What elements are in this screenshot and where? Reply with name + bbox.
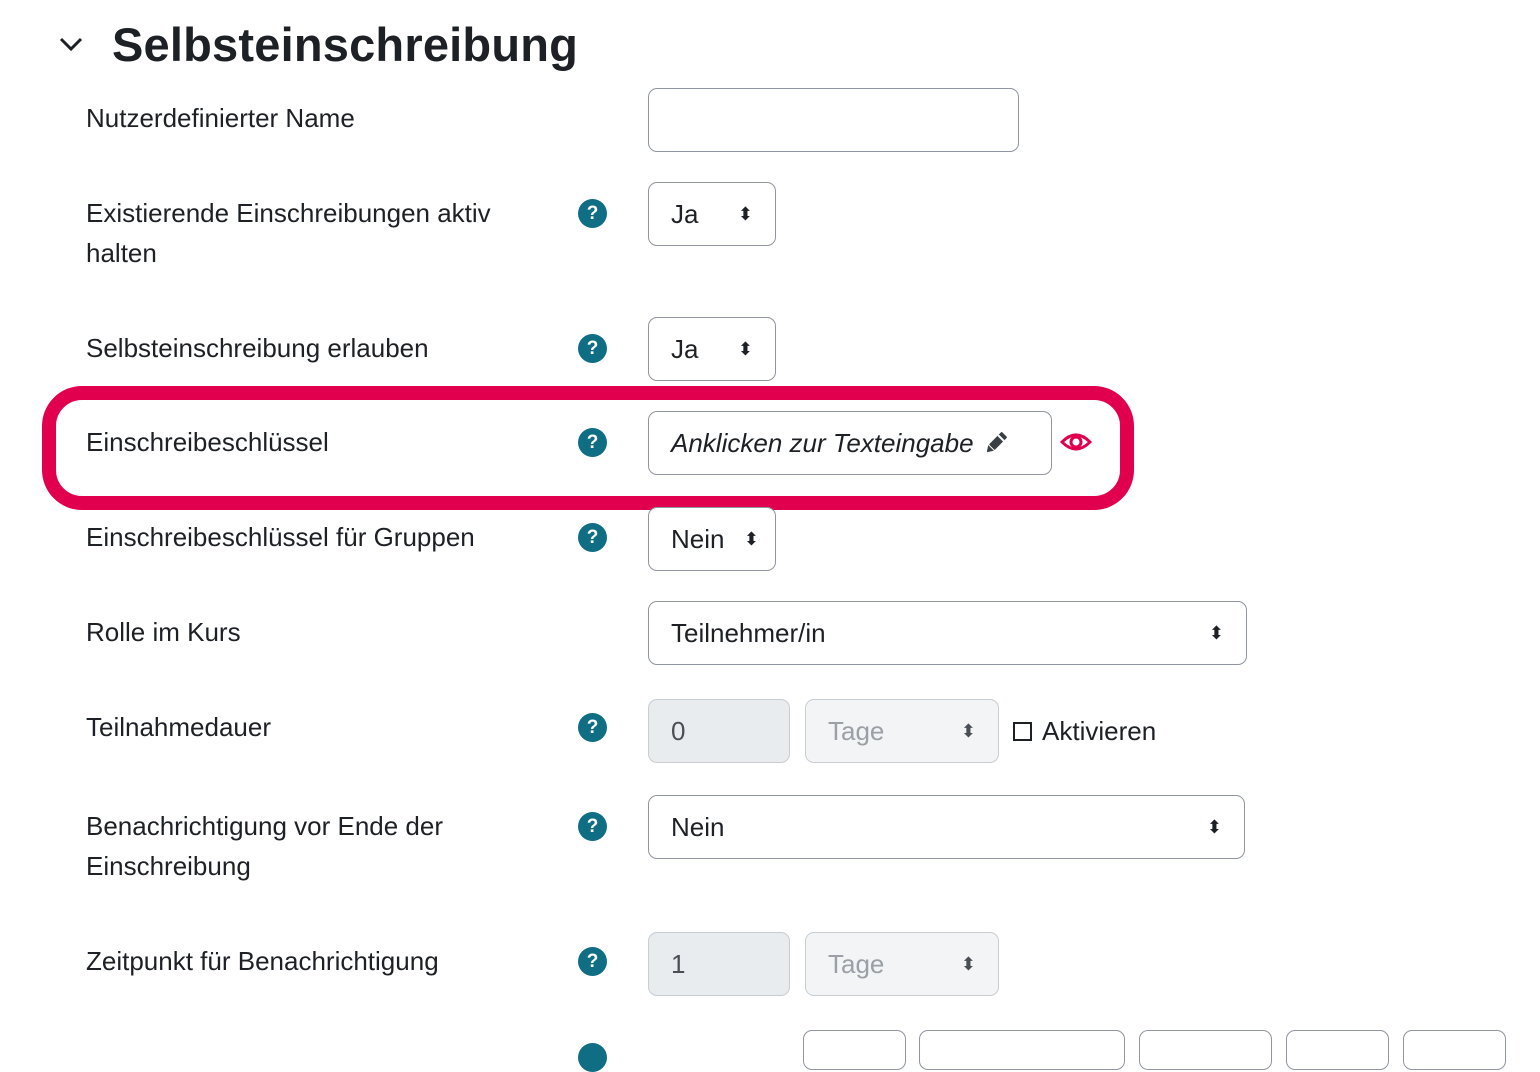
help-icon[interactable]: ? (578, 523, 607, 552)
duration-enable-control[interactable]: Aktivieren (1013, 711, 1156, 751)
section-header[interactable]: Selbsteinschreibung (56, 14, 578, 74)
duration-unit-value: Tage (828, 715, 885, 746)
highlight-frame (42, 386, 1134, 510)
role-value: Teilnehmer/in (671, 617, 826, 648)
date-minute-select[interactable] (1403, 1030, 1506, 1070)
allow-self-enrol-value: Ja (671, 333, 699, 364)
keep-enrolments-label: Existierende Einschreibungen aktiv halte… (86, 198, 491, 268)
date-month-select[interactable] (919, 1030, 1125, 1070)
custom-name-label: Nutzerdefinierter Name (86, 103, 355, 133)
select-arrows-icon: ⬍ (737, 339, 753, 359)
help-icon[interactable]: ? (578, 713, 607, 742)
select-arrows-icon: ⬍ (1206, 817, 1222, 837)
select-arrows-icon: ⬍ (960, 954, 976, 974)
group-key-select[interactable]: Nein ⬍ (648, 507, 776, 571)
select-arrows-icon: ⬍ (960, 721, 976, 741)
help-icon[interactable]: ? (578, 334, 607, 363)
duration-unit-select[interactable]: Tage ⬍ (805, 699, 999, 763)
duration-enable-checkbox[interactable] (1013, 721, 1032, 741)
allow-self-enrol-label: Selbsteinschreibung erlauben (86, 333, 429, 363)
date-year-select[interactable] (1139, 1030, 1272, 1070)
duration-label: Teilnahmedauer (86, 712, 272, 742)
notify-threshold-unit-value: Tage (828, 948, 885, 979)
chevron-down-icon[interactable] (56, 29, 86, 59)
select-arrows-icon: ⬍ (737, 204, 753, 224)
duration-number-input[interactable]: 0 (648, 699, 790, 763)
notify-threshold-label: Zeitpunkt für Benachrichtigung (86, 946, 439, 976)
role-label: Rolle im Kurs (86, 617, 241, 647)
section-title: Selbsteinschreibung (112, 17, 579, 71)
keep-enrolments-select[interactable]: Ja ⬍ (648, 182, 776, 246)
help-icon[interactable] (578, 1043, 607, 1072)
duration-enable-label: Aktivieren (1042, 715, 1157, 746)
help-icon[interactable]: ? (578, 947, 607, 976)
help-icon[interactable]: ? (578, 812, 607, 841)
notify-expiry-select[interactable]: Nein ⬍ (648, 795, 1245, 859)
group-key-value: Nein (671, 523, 725, 554)
role-select[interactable]: Teilnehmer/in ⬍ (648, 601, 1247, 665)
select-arrows-icon: ⬍ (743, 529, 759, 549)
select-arrows-icon: ⬍ (1208, 623, 1224, 643)
custom-name-input[interactable] (648, 88, 1019, 152)
notify-expiry-label: Benachrichtigung vor Ende der Einschreib… (86, 811, 444, 881)
notify-threshold-unit-select[interactable]: Tage ⬍ (805, 932, 999, 996)
notify-expiry-value: Nein (671, 811, 725, 842)
keep-enrolments-value: Ja (671, 198, 699, 229)
notify-threshold-number-input[interactable]: 1 (648, 932, 790, 996)
help-icon[interactable]: ? (578, 199, 607, 228)
group-key-label: Einschreibeschlüssel für Gruppen (86, 522, 475, 552)
allow-self-enrol-select[interactable]: Ja ⬍ (648, 317, 776, 381)
date-hour-select[interactable] (1286, 1030, 1389, 1070)
date-day-select[interactable] (803, 1030, 906, 1070)
